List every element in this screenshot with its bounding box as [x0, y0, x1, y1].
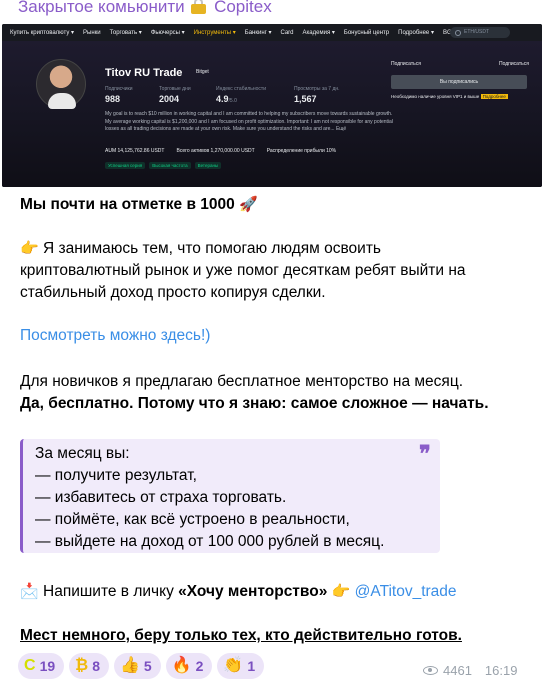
metric-aum: AUM 14,125,762.86 USDT — [105, 148, 165, 154]
reaction-icon: 👏 — [223, 657, 244, 674]
stat-value-unit: /5.0 — [228, 98, 237, 104]
stat-label: Индекс стабильности — [216, 86, 267, 92]
reaction-pill[interactable]: 👍 5 — [113, 653, 161, 679]
trader-badge: Bitget — [196, 69, 209, 75]
mentorship-line-1: Для новичков я предлагаю бесплатное мент… — [20, 373, 463, 390]
embedded-screenshot[interactable]: Купить криптовалюту ▾ Рынки Торговать ▾ Фью… — [2, 24, 542, 187]
message-headline: Мы почти на отметке в 1000 🚀 — [20, 194, 530, 216]
reaction-count: 8 — [92, 658, 100, 674]
trader-profile-banner: Titov RU Trade Bitget Подписчики 988 Тор… — [2, 41, 542, 187]
reaction-icon: 👍 — [119, 657, 140, 674]
stat-value: 2004 — [159, 94, 180, 104]
stat-value: 988 — [105, 94, 121, 104]
rocket-icon: 🚀 — [239, 196, 258, 213]
stat-label: Просмотры за 7 дн. — [294, 86, 340, 92]
metric-total-assets: Всего активов 1,270,000.00 USDT — [176, 148, 255, 154]
contact-prefix: Напишите в личку — [43, 583, 174, 600]
nav-item: Торговать ▾ — [109, 30, 142, 36]
intro-text: Я занимаюсь тем, что помогаю людям освои… — [43, 240, 381, 257]
pointing-hand-icon: 👉 — [331, 583, 351, 600]
trader-description: My goal is to reach $10 million in worki… — [105, 111, 393, 132]
quote-line: — избавитесь от страха торговать. — [35, 489, 287, 506]
tag: Успешная серия — [105, 162, 146, 169]
message-time: 16:19 — [484, 663, 518, 678]
reaction-count: 5 — [143, 658, 152, 674]
quote-icon: ❞ — [419, 441, 431, 467]
nav-item: Подробнее ▾ — [398, 30, 434, 36]
contact-phrase: «Хочу менторство» — [178, 583, 328, 600]
lock-icon — [191, 0, 207, 14]
quote-line: — получите результат, — [35, 467, 197, 484]
envelope-icon: 📩 — [20, 583, 39, 600]
headline-text: Мы почти на отметке в 1000 — [20, 196, 235, 213]
channel-title-prefix: Закрытое комьюнити — [18, 0, 185, 16]
channel-title-suffix: Copitex — [214, 0, 272, 16]
tag: Ветераны — [194, 162, 222, 169]
reaction-icon: 🔥 — [171, 657, 192, 674]
subscribe-link: Подписаться — [391, 61, 421, 67]
quote-line: — поймёте, как всё устроено в реальности… — [35, 511, 350, 528]
stat-value-stability: 4.9/5.0 — [216, 94, 237, 104]
tag: Высокая частота — [149, 162, 191, 169]
metric-profit-share: Распределение прибыли 10% — [266, 148, 337, 154]
reaction-pill[interactable]: ₿ 8 — [69, 653, 109, 679]
subscribed-button: Вы подписались — [391, 75, 527, 89]
nav-search-input: ETH/USDT — [450, 27, 510, 38]
screenshot-nav-bar: Купить криптовалюту ▾ Рынки Торговать ▾ Фью… — [2, 24, 542, 41]
message-intro: 👉 Я занимаюсь тем, что помогаю людям осв… — [20, 238, 530, 304]
vip-note-text: Необходимо наличие уровня VIP1 и выше — [391, 94, 480, 99]
intro-line-2: криптовалютный рынок и уже помог десятка… — [20, 262, 466, 279]
contact-handle-link[interactable]: @ATitov_trade — [355, 583, 457, 600]
pointing-hand-icon: 👉 — [20, 240, 39, 257]
nav-item: Фьючерсы ▾ — [150, 30, 185, 36]
channel-header: Закрытое комьюнити Copitex — [0, 0, 546, 22]
message-meta: 4461 16:19 — [423, 663, 517, 678]
channel-title[interactable]: Закрытое комьюнити Copitex — [18, 0, 272, 17]
reactions-bar: C 19 ₿ 8 👍 5 🔥 2 👏 1 — [18, 653, 265, 679]
reaction-pill[interactable]: C 19 — [18, 653, 65, 679]
intro-line-1: 👉 Я занимаюсь тем, что помогаю людям осв… — [20, 238, 530, 260]
reaction-count: 19 — [39, 658, 56, 674]
intro-line-3: стабильный доход просто копируя сделки. — [20, 284, 326, 301]
nav-item: Банкинг ▾ — [244, 30, 272, 36]
nav-item: Бонусный центр — [343, 29, 390, 36]
vip-more-button: Подробнее — [480, 94, 508, 99]
nav-item: Инструменты ▾ — [193, 30, 236, 36]
quote-line: За месяц вы: — [35, 445, 130, 462]
nav-item: Card — [280, 29, 294, 36]
vip-note: Необходимо наличие уровня VIP1 и выше По… — [391, 94, 508, 99]
stat-value: 1,567 — [294, 94, 317, 104]
trader-name: Titov RU Trade — [105, 67, 183, 79]
reaction-count: 1 — [247, 658, 256, 674]
mentorship-line-2: Да, бесплатно. Потому что я знаю: самое … — [20, 395, 489, 412]
trader-tags: Успешная серия Высокая частота Ветераны — [105, 162, 222, 169]
reaction-icon: ₿ — [75, 657, 89, 674]
closing-line: Мест немного, беру только тех, кто дейст… — [20, 627, 462, 644]
reaction-pill[interactable]: 🔥 2 — [165, 653, 213, 679]
trader-metrics: AUM 14,125,762.86 USDT Всего активов 1,2… — [105, 148, 336, 154]
stat-label: Подписчики — [105, 86, 133, 92]
views-count: 4461 — [443, 663, 472, 678]
stat-value-number: 4.9 — [216, 94, 229, 104]
benefits-quote: ❞ За месяц вы: — получите результат, — и… — [20, 439, 440, 553]
quote-line: — выйдете на доход от 100 000 рублей в м… — [35, 533, 385, 550]
stat-label: Торговые дни — [159, 86, 191, 92]
views-eye-icon — [423, 666, 438, 675]
nav-item: Академия ▾ — [302, 30, 335, 36]
contact-line: 📩 Напишите в личку «Хочу менторство» 👉 @… — [20, 581, 530, 603]
reaction-icon: C — [24, 657, 36, 674]
reaction-count: 2 — [195, 658, 204, 674]
view-link[interactable]: Посмотреть можно здесь!) — [20, 325, 530, 347]
nav-item: Рынки — [83, 29, 101, 36]
nav-item: Купить криптовалюту ▾ — [10, 30, 75, 36]
trader-avatar — [36, 59, 86, 109]
reaction-pill[interactable]: 👏 1 — [217, 653, 265, 679]
subscribers-link: Подписаться — [499, 61, 529, 67]
